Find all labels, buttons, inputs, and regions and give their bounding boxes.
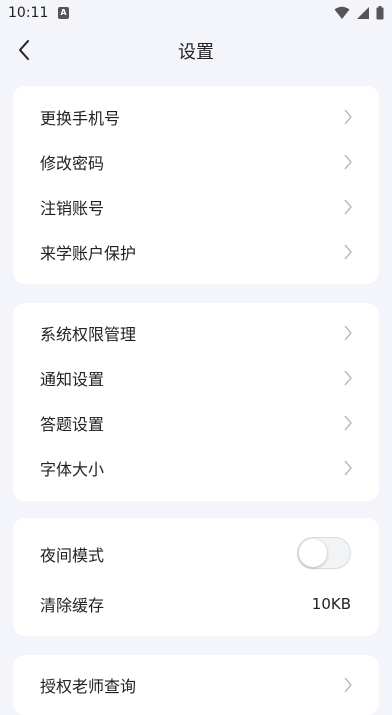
chevron-right-icon <box>344 199 352 215</box>
change-password-label: 修改密码 <box>40 154 105 173</box>
cancel-account-label: 注销账号 <box>40 199 105 218</box>
night-mode-label: 夜间模式 <box>40 546 105 565</box>
authorized-teacher-query-row[interactable]: 授权老师查询 <box>13 663 379 707</box>
clear-cache-row[interactable]: 清除缓存 10KB <box>13 582 379 626</box>
status-bar: 10:11 A <box>0 0 392 26</box>
authorized-teacher-query-label: 授权老师查询 <box>40 677 137 696</box>
status-time: 10:11 <box>8 5 49 21</box>
cache-size-value: 10KB <box>311 595 351 613</box>
chevron-right-icon <box>344 460 352 476</box>
change-password-row[interactable]: 修改密码 <box>13 140 379 184</box>
account-protection-label: 来学账户保护 <box>40 244 137 263</box>
night-mode-toggle[interactable] <box>297 537 351 569</box>
system-permissions-row[interactable]: 系统权限管理 <box>13 311 379 355</box>
cellular-signal-icon <box>357 7 369 19</box>
font-size-row[interactable]: 字体大小 <box>13 446 379 490</box>
clear-cache-label: 清除缓存 <box>40 596 105 615</box>
night-mode-row: 夜间模式 <box>13 532 379 576</box>
teacher-query-card: 授权老师查询 <box>13 655 379 715</box>
answer-settings-label: 答题设置 <box>40 415 105 434</box>
page-title: 设置 <box>178 42 214 63</box>
change-phone-row[interactable]: 更换手机号 <box>13 95 379 139</box>
chevron-right-icon <box>344 325 352 341</box>
cancel-account-row[interactable]: 注销账号 <box>13 185 379 229</box>
change-phone-label: 更换手机号 <box>40 109 121 128</box>
display-cache-card: 夜间模式 清除缓存 10KB <box>13 518 379 636</box>
notification-app-icon: A <box>58 7 69 19</box>
font-size-label: 字体大小 <box>40 460 105 479</box>
toggle-knob <box>299 539 327 567</box>
answer-settings-row[interactable]: 答题设置 <box>13 401 379 445</box>
notification-settings-row[interactable]: 通知设置 <box>13 356 379 400</box>
system-settings-card: 系统权限管理 通知设置 答题设置 字体大小 <box>13 303 379 501</box>
system-permissions-label: 系统权限管理 <box>40 325 137 344</box>
wifi-icon <box>334 6 350 19</box>
nav-bar: 设置 <box>0 26 392 74</box>
account-settings-card: 更换手机号 修改密码 注销账号 来学账户保护 <box>13 86 379 284</box>
status-icons <box>334 5 384 21</box>
chevron-right-icon <box>344 154 352 170</box>
chevron-right-icon <box>344 370 352 386</box>
chevron-right-icon <box>344 415 352 431</box>
chevron-right-icon <box>344 244 352 260</box>
chevron-right-icon <box>344 677 352 693</box>
account-protection-row[interactable]: 来学账户保护 <box>13 230 379 274</box>
battery-icon <box>376 6 384 20</box>
notification-settings-label: 通知设置 <box>40 370 105 389</box>
chevron-right-icon <box>344 109 352 125</box>
